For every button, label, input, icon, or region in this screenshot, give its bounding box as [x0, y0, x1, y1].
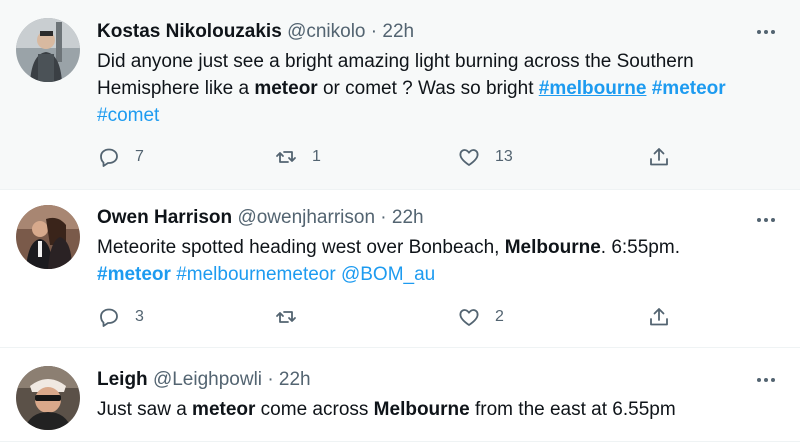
text-segment: from the east at 6.55pm	[469, 399, 676, 420]
avatar[interactable]	[16, 18, 80, 82]
tweet-header: Leigh @Leighpowli · 22h	[97, 368, 311, 392]
author-handle[interactable]: @cnikolo	[287, 21, 365, 42]
like-count: 2	[495, 308, 504, 325]
reply-button[interactable]: 3	[97, 303, 144, 331]
reply-count: 7	[135, 148, 144, 165]
reply-icon	[100, 148, 118, 167]
text-segment: Just saw a	[97, 399, 193, 420]
text-segment: Meteorite spotted heading west over Bonb…	[97, 237, 505, 258]
share-icon	[650, 308, 668, 326]
timestamp[interactable]: 22h	[392, 207, 424, 228]
share-icon	[650, 148, 668, 166]
tweet-header: Kostas Nikolouzakis @cnikolo · 22h	[97, 20, 414, 44]
more-icon[interactable]	[754, 208, 778, 232]
reply-icon	[100, 308, 118, 327]
text-segment: come across	[255, 399, 374, 420]
avatar[interactable]	[16, 205, 80, 269]
reply-count: 3	[135, 308, 144, 325]
mention-link[interactable]: @BOM_au	[341, 264, 435, 285]
like-count: 13	[495, 148, 513, 165]
hashtag-link[interactable]: #melbournemeteor	[176, 264, 335, 285]
tweet-actions: 7 1 13	[97, 143, 677, 171]
retweet-button[interactable]	[274, 303, 312, 331]
tweet[interactable]: Owen Harrison @owenjharrison · 22h Meteo…	[0, 190, 800, 348]
share-button[interactable]	[647, 303, 671, 331]
separator-dot: ·	[267, 369, 274, 390]
retweet-button[interactable]: 1	[274, 143, 321, 171]
reply-button[interactable]: 7	[97, 143, 144, 171]
retweet-icon	[276, 311, 296, 323]
text-segment: or comet ? Was so bright	[317, 78, 539, 99]
highlighted-keyword: meteor	[192, 399, 256, 420]
separator-dot: ·	[370, 21, 378, 42]
hashtag-link[interactable]: #melbourne	[539, 78, 647, 99]
retweet-icon	[276, 151, 296, 163]
author-handle[interactable]: @owenjharrison	[237, 207, 375, 228]
like-button[interactable]: 2	[457, 303, 504, 331]
tweet-actions: 3 2	[97, 303, 677, 331]
author-name[interactable]: Kostas Nikolouzakis	[97, 21, 282, 42]
author-name[interactable]: Leigh	[97, 369, 148, 390]
like-icon	[459, 309, 479, 326]
hashtag-link[interactable]: #meteor	[97, 264, 171, 285]
hashtag-link[interactable]: #meteor	[652, 78, 726, 99]
author-handle[interactable]: @Leighpowli	[153, 369, 262, 390]
retweet-count: 1	[312, 148, 321, 165]
tweet-text: Meteorite spotted heading west over Bonb…	[97, 234, 777, 288]
separator-dot: ·	[380, 207, 387, 228]
timestamp[interactable]: 22h	[382, 21, 414, 42]
tweet-header: Owen Harrison @owenjharrison · 22h	[97, 206, 424, 230]
like-button[interactable]: 13	[457, 143, 513, 171]
tweet-text: Did anyone just see a bright amazing lig…	[97, 48, 777, 129]
timestamp[interactable]: 22h	[279, 369, 311, 390]
tweet-text: Just saw a meteor come across Melbourne …	[97, 396, 777, 423]
highlighted-keyword: Melbourne	[504, 237, 601, 258]
highlighted-keyword: meteor	[254, 78, 318, 99]
hashtag-link[interactable]: #comet	[97, 105, 159, 126]
text-segment: . 6:55pm.	[600, 237, 680, 258]
avatar[interactable]	[16, 366, 80, 430]
more-icon[interactable]	[754, 368, 778, 392]
author-name[interactable]: Owen Harrison	[97, 207, 232, 228]
tweet[interactable]: Kostas Nikolouzakis @cnikolo · 22h Did a…	[0, 0, 800, 190]
share-button[interactable]	[647, 143, 671, 171]
tweet[interactable]: Leigh @Leighpowli · 22h Just saw a meteo…	[0, 348, 800, 442]
more-icon[interactable]	[754, 20, 778, 44]
like-icon	[459, 149, 479, 166]
highlighted-keyword: Melbourne	[373, 399, 470, 420]
